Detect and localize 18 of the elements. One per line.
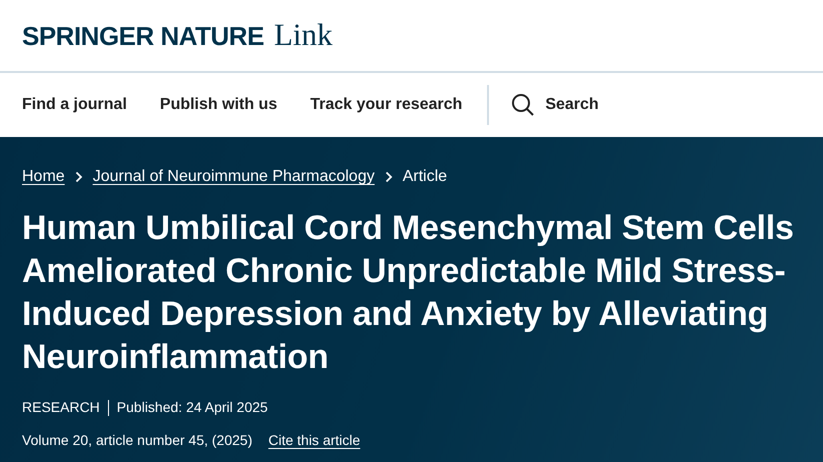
logo[interactable]: SPRINGER NATURE Link [22, 12, 332, 59]
article-type: RESEARCH [22, 398, 100, 417]
cite-link[interactable]: Cite this article [268, 430, 360, 451]
nav-link[interactable]: Track your research [310, 93, 462, 117]
citation-text: Volume 20, article number 45, (2025) [22, 431, 252, 450]
chevron-icon [384, 171, 393, 183]
published-date: Published: 24 April 2025 [116, 398, 268, 417]
logo-brand: SPRINGER NATURE [22, 20, 264, 54]
chevron-icon [74, 171, 83, 183]
breadcrumb-link[interactable]: Journal of Neuroimmune Pharmacology [92, 165, 375, 189]
search-icon [511, 93, 536, 117]
breadcrumb-link[interactable]: Home [22, 165, 65, 189]
article-title: Human Umbilical Cord Mesenchymal Stem Cells Ameliorated Chronic Unpredictable Mild Stress-Induced Depression and Anxiety by Alleviating Neuroinflammation [22, 208, 795, 378]
nav-link[interactable]: Find a journal [22, 93, 127, 117]
nav-link[interactable]: Publish with us [160, 93, 278, 117]
search-button[interactable]: Search [511, 93, 599, 117]
breadcrumb-current: Article [402, 167, 448, 187]
logo-product: Link [274, 16, 332, 54]
